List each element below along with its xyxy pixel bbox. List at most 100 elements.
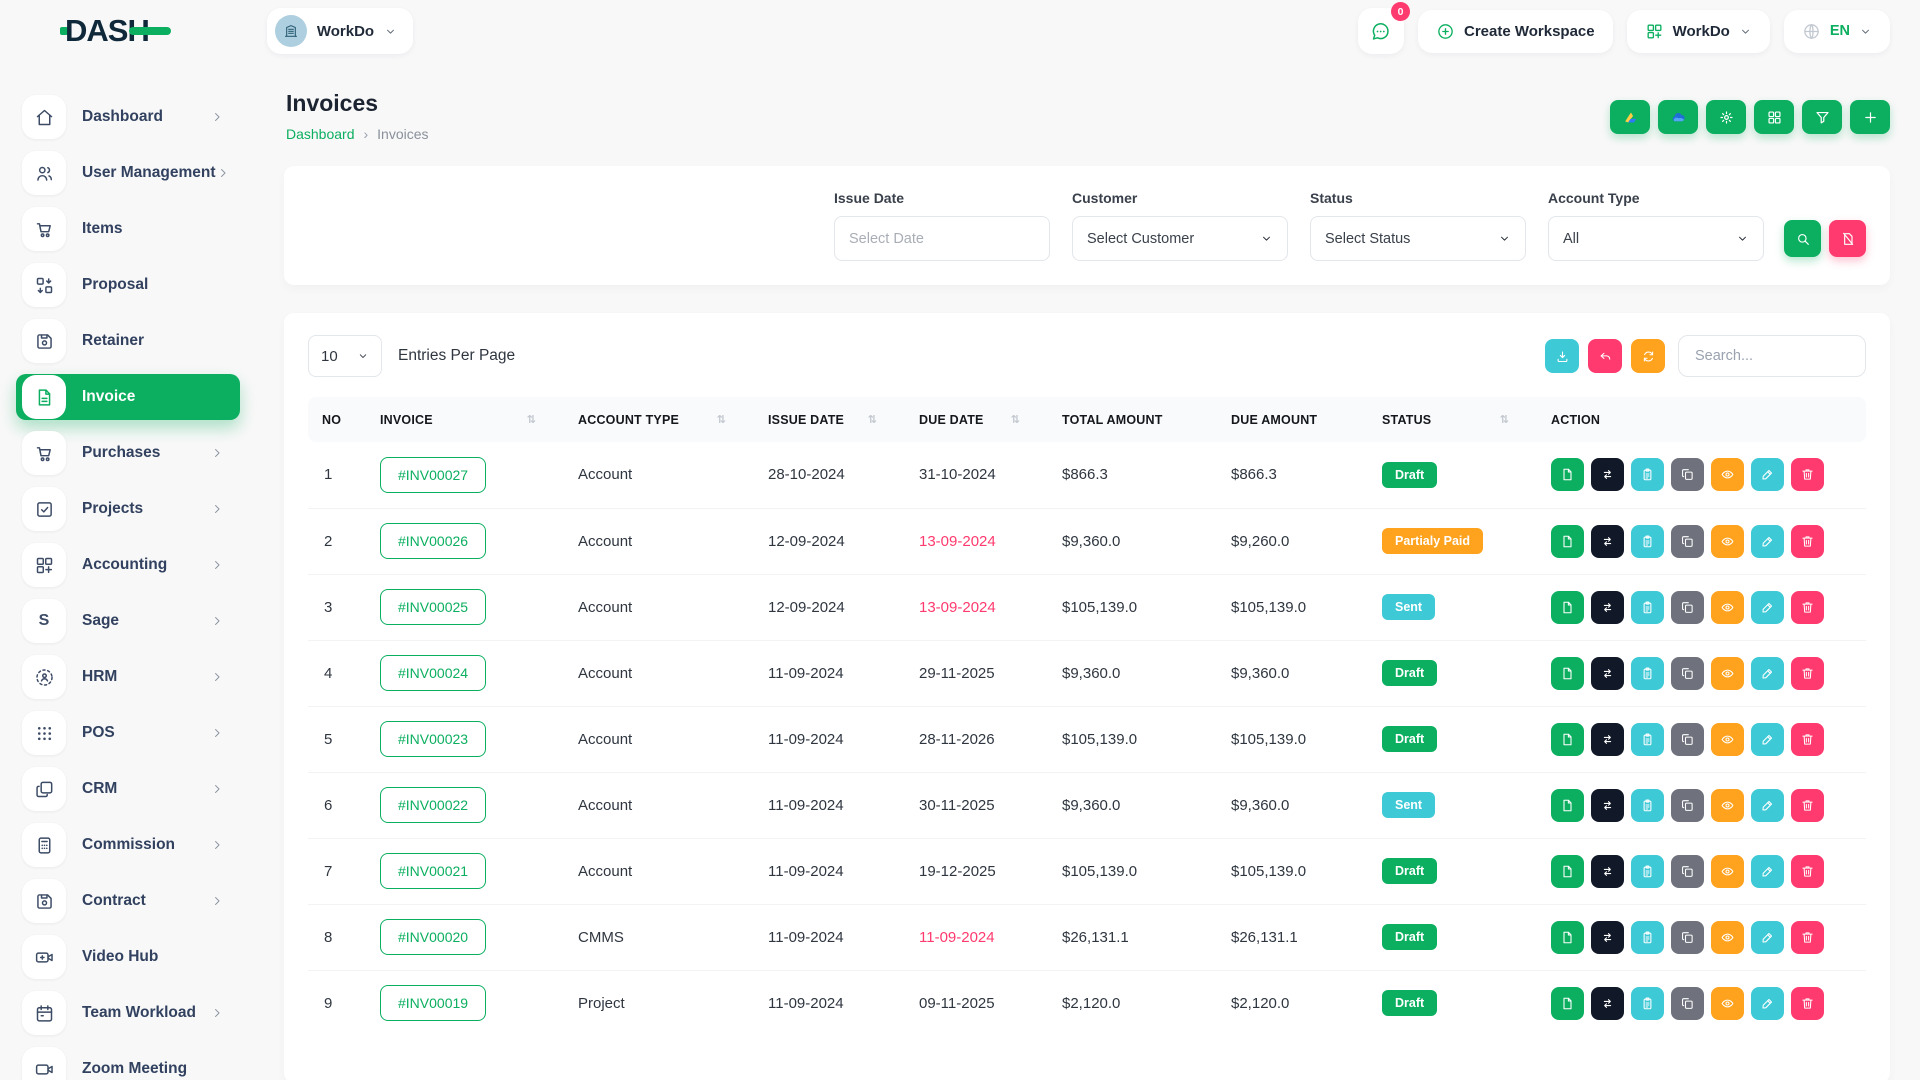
settings-button[interactable] xyxy=(1706,100,1746,134)
duplicate-button[interactable] xyxy=(1671,986,1704,1020)
duplicate-button[interactable] xyxy=(1671,458,1704,492)
delete-button[interactable] xyxy=(1791,722,1824,756)
view-button[interactable] xyxy=(1711,986,1744,1020)
sidebar-item-crm[interactable]: CRM xyxy=(16,766,240,812)
payment-reminder-button[interactable] xyxy=(1551,524,1584,558)
payment-button[interactable] xyxy=(1631,986,1664,1020)
filter-input-issue-date[interactable] xyxy=(834,216,1050,261)
duplicate-button[interactable] xyxy=(1671,722,1704,756)
column-header-account-type[interactable]: ACCOUNT TYPE ⇅ xyxy=(568,397,758,442)
duplicate-button[interactable] xyxy=(1671,854,1704,888)
edit-button[interactable] xyxy=(1751,458,1784,492)
sidebar-item-hrm[interactable]: HRM xyxy=(16,654,240,700)
payment-reminder-button[interactable] xyxy=(1551,854,1584,888)
payment-reminder-button[interactable] xyxy=(1551,920,1584,954)
payment-button[interactable] xyxy=(1631,854,1664,888)
convert-button[interactable] xyxy=(1591,590,1624,624)
invoice-link[interactable]: #INV00022 xyxy=(380,787,487,823)
payment-button[interactable] xyxy=(1631,722,1664,756)
invoice-link[interactable]: #INV00025 xyxy=(380,589,487,625)
edit-button[interactable] xyxy=(1751,986,1784,1020)
edit-button[interactable] xyxy=(1751,854,1784,888)
payment-button[interactable] xyxy=(1631,524,1664,558)
edit-button[interactable] xyxy=(1751,590,1784,624)
view-button[interactable] xyxy=(1711,854,1744,888)
sidebar-item-sage[interactable]: S Sage xyxy=(16,598,240,644)
convert-button[interactable] xyxy=(1591,920,1624,954)
column-header-issue-date[interactable]: ISSUE DATE ⇅ xyxy=(758,397,909,442)
delete-button[interactable] xyxy=(1791,656,1824,690)
convert-button[interactable] xyxy=(1591,788,1624,822)
payment-reminder-button[interactable] xyxy=(1551,590,1584,624)
convert-button[interactable] xyxy=(1591,458,1624,492)
payment-button[interactable] xyxy=(1631,458,1664,492)
payment-button[interactable] xyxy=(1631,656,1664,690)
column-header-invoice[interactable]: INVOICE ⇅ xyxy=(370,397,568,442)
messages-button[interactable]: 0 xyxy=(1357,2,1410,54)
workspace-selector[interactable]: WorkDo xyxy=(266,8,414,54)
sidebar-item-proposal[interactable]: Proposal xyxy=(16,262,240,308)
sidebar-item-pos[interactable]: POS xyxy=(16,710,240,756)
onedrive-button[interactable] xyxy=(1658,100,1698,134)
convert-button[interactable] xyxy=(1591,722,1624,756)
sidebar-item-commission[interactable]: Commission xyxy=(16,822,240,868)
table-search-input[interactable] xyxy=(1678,335,1866,377)
view-button[interactable] xyxy=(1711,788,1744,822)
sidebar-item-accounting[interactable]: Accounting xyxy=(16,542,240,588)
column-header-due-date[interactable]: DUE DATE ⇅ xyxy=(909,397,1052,442)
invoice-link[interactable]: #INV00024 xyxy=(380,655,487,691)
filter-search-button[interactable] xyxy=(1784,220,1821,257)
sidebar-item-contract[interactable]: Contract xyxy=(16,878,240,924)
invoice-link[interactable]: #INV00027 xyxy=(380,456,487,493)
filter-button[interactable] xyxy=(1802,100,1842,134)
create-invoice-button[interactable] xyxy=(1850,100,1890,134)
sidebar-item-retainer[interactable]: Retainer xyxy=(16,318,240,364)
sidebar-item-user-management[interactable]: User Management xyxy=(16,150,240,196)
invoice-link[interactable]: #INV00026 xyxy=(380,523,487,559)
payment-button[interactable] xyxy=(1631,920,1664,954)
breadcrumb-dashboard-link[interactable]: Dashboard xyxy=(286,126,355,142)
delete-button[interactable] xyxy=(1791,590,1824,624)
edit-button[interactable] xyxy=(1751,788,1784,822)
sidebar-item-video-hub[interactable]: Video Hub xyxy=(16,934,240,980)
payment-reminder-button[interactable] xyxy=(1551,788,1584,822)
export-button[interactable] xyxy=(1545,339,1579,373)
delete-button[interactable] xyxy=(1791,854,1824,888)
sidebar-item-zoom-meeting[interactable]: Zoom Meeting xyxy=(16,1046,240,1080)
delete-button[interactable] xyxy=(1791,986,1824,1020)
duplicate-button[interactable] xyxy=(1671,656,1704,690)
view-button[interactable] xyxy=(1711,920,1744,954)
invoice-link[interactable]: #INV00019 xyxy=(380,985,487,1022)
convert-button[interactable] xyxy=(1591,524,1624,558)
invoice-link[interactable]: #INV00021 xyxy=(380,853,487,889)
delete-button[interactable] xyxy=(1791,458,1824,492)
convert-button[interactable] xyxy=(1591,986,1624,1020)
filter-select-account-type[interactable]: All xyxy=(1548,216,1764,261)
view-button[interactable] xyxy=(1711,656,1744,690)
edit-button[interactable] xyxy=(1751,920,1784,954)
delete-button[interactable] xyxy=(1791,920,1824,954)
google-drive-button[interactable] xyxy=(1610,100,1650,134)
sidebar-item-team-workload[interactable]: Team Workload xyxy=(16,990,240,1036)
workdo-menu-button[interactable]: WorkDo xyxy=(1626,9,1770,53)
grid-view-button[interactable] xyxy=(1754,100,1794,134)
app-logo[interactable]: DASH xyxy=(60,13,171,49)
payment-reminder-button[interactable] xyxy=(1551,986,1584,1020)
convert-button[interactable] xyxy=(1591,854,1624,888)
view-button[interactable] xyxy=(1711,722,1744,756)
sidebar-item-invoice[interactable]: Invoice xyxy=(16,374,240,420)
sidebar-item-items[interactable]: Items xyxy=(16,206,240,252)
payment-reminder-button[interactable] xyxy=(1551,722,1584,756)
edit-button[interactable] xyxy=(1751,524,1784,558)
payment-button[interactable] xyxy=(1631,788,1664,822)
convert-button[interactable] xyxy=(1591,656,1624,690)
payment-button[interactable] xyxy=(1631,590,1664,624)
create-workspace-button[interactable]: Create Workspace xyxy=(1417,9,1613,53)
sidebar-item-projects[interactable]: Projects xyxy=(16,486,240,532)
delete-button[interactable] xyxy=(1791,524,1824,558)
column-header-status[interactable]: STATUS ⇅ xyxy=(1372,397,1541,442)
invoice-link[interactable]: #INV00020 xyxy=(380,919,487,955)
edit-button[interactable] xyxy=(1751,722,1784,756)
view-button[interactable] xyxy=(1711,458,1744,492)
delete-button[interactable] xyxy=(1791,788,1824,822)
